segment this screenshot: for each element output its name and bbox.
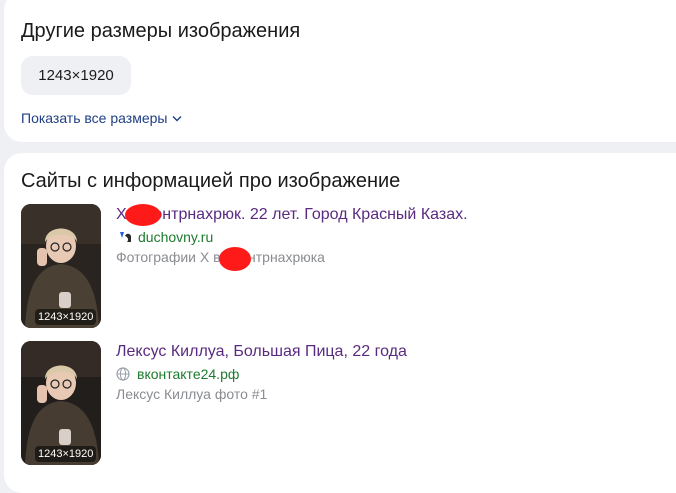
result-description: Лексус Киллуа фото #1: [116, 386, 268, 402]
result-thumbnail[interactable]: 1243×1920: [21, 341, 101, 465]
sites-heading: Сайты с информацией про изображение: [21, 170, 401, 192]
show-all-sizes-label: Показать все размеры: [21, 110, 168, 126]
globe-icon: [116, 367, 130, 381]
redaction-mark: [219, 247, 251, 271]
vk-favicon-icon: [116, 232, 131, 242]
size-chip-button[interactable]: 1243×1920: [21, 56, 131, 95]
show-all-sizes-link[interactable]: Показать все размеры: [21, 110, 182, 126]
thumbnail-size-badge: 1243×1920: [35, 309, 97, 325]
redaction-mark: [125, 204, 161, 226]
site-result: 1243×1920 Х в Контрнахрюк. 22 лет. Город…: [21, 204, 661, 329]
site-result: 1243×1920 Лексус Киллуа, Большая Пица, 2…: [21, 341, 661, 466]
thumbnail-size-badge: 1243×1920: [35, 446, 97, 462]
result-title-link[interactable]: Х в Контрнахрюк. 22 лет. Город Красный К…: [116, 206, 468, 224]
result-title-link[interactable]: Лексус Киллуа, Большая Пица, 22 года: [116, 343, 407, 361]
result-thumbnail[interactable]: 1243×1920: [21, 204, 101, 328]
chevron-down-icon: [172, 115, 182, 122]
sites-card: Сайты с информацией про изображение 1243…: [4, 153, 676, 493]
result-site-label: вконтакте24.рф: [137, 366, 240, 382]
result-site-link[interactable]: duchovny.ru: [116, 229, 213, 245]
other-sizes-heading: Другие размеры изображения: [21, 20, 301, 42]
other-sizes-card: Другие размеры изображения 1243×1920 Пок…: [4, 0, 676, 142]
result-site-link[interactable]: вконтакте24.рф: [116, 366, 239, 382]
result-site-label: duchovny.ru: [138, 229, 214, 245]
